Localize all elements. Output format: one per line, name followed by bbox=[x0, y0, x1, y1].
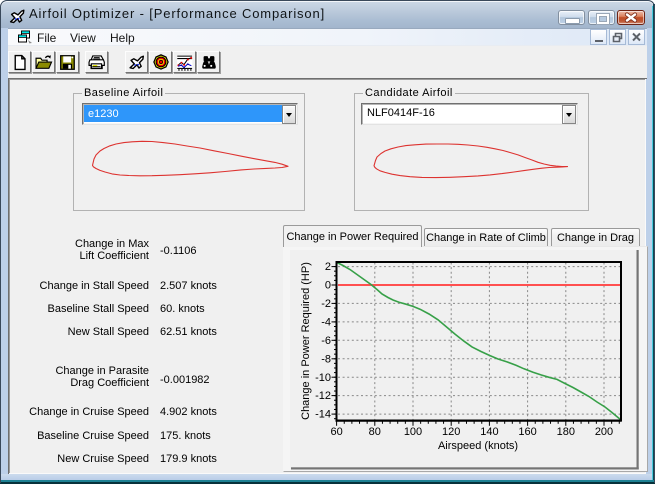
svg-text:160: 160 bbox=[518, 426, 536, 438]
svg-text:-8: -8 bbox=[321, 353, 331, 365]
svg-text:140: 140 bbox=[480, 426, 498, 438]
svg-text:-6: -6 bbox=[321, 335, 331, 347]
svg-text:-12: -12 bbox=[315, 390, 331, 402]
svg-text:-2: -2 bbox=[321, 298, 331, 310]
svg-text:-14: -14 bbox=[315, 409, 331, 421]
svg-text:-4: -4 bbox=[321, 317, 331, 329]
svg-text:Change in Power Required (HP): Change in Power Required (HP) bbox=[300, 262, 312, 420]
svg-text:100: 100 bbox=[404, 426, 422, 438]
svg-text:200: 200 bbox=[595, 426, 613, 438]
svg-text:120: 120 bbox=[442, 426, 460, 438]
svg-text:-10: -10 bbox=[315, 372, 331, 384]
svg-text:180: 180 bbox=[557, 426, 575, 438]
svg-text:2: 2 bbox=[325, 261, 331, 273]
svg-text:80: 80 bbox=[369, 426, 381, 438]
svg-text:0: 0 bbox=[325, 280, 331, 292]
svg-text:Airspeed (knots): Airspeed (knots) bbox=[438, 440, 518, 452]
svg-text:60: 60 bbox=[330, 426, 342, 438]
